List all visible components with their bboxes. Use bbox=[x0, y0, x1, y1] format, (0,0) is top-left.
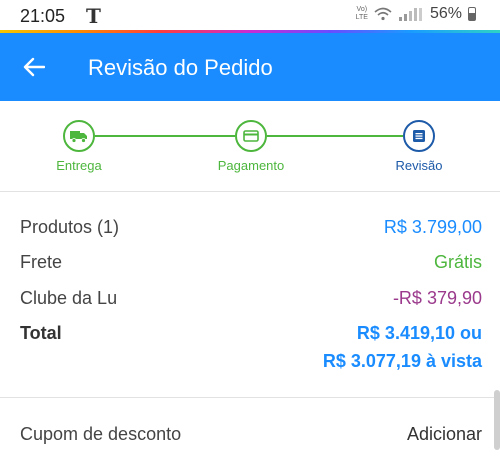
step-connector-1 bbox=[95, 135, 235, 137]
checkout-stepper: Entrega Pagamento Revisão bbox=[0, 101, 500, 191]
list-icon bbox=[413, 130, 425, 142]
club-label: Clube da Lu bbox=[20, 288, 118, 308]
products-value: R$ 3.799,00 bbox=[383, 217, 482, 237]
total-row: Total R$ 3.419,10 ou R$ 3.077,19 à vista bbox=[20, 323, 482, 379]
step-entrega[interactable] bbox=[63, 120, 95, 152]
volte-icon: Vo) LTE bbox=[355, 6, 368, 21]
status-icons: Vo) LTE 56% bbox=[356, 5, 476, 23]
products-label: Produtos (1) bbox=[20, 217, 120, 237]
step-label-pagamento: Pagamento bbox=[217, 158, 285, 173]
status-time: 21:05 bbox=[20, 6, 66, 26]
truck-icon bbox=[70, 131, 87, 143]
battery-percent: 56% bbox=[429, 5, 462, 22]
battery-icon bbox=[468, 7, 476, 21]
total-label: Total bbox=[20, 323, 62, 343]
scrollbar[interactable] bbox=[494, 390, 500, 450]
coupon-row[interactable]: Cupom de desconto Adicionar bbox=[20, 424, 482, 452]
step-label-revisao: Revisão bbox=[395, 158, 443, 173]
products-row: Produtos (1) R$ 3.799,00 bbox=[20, 217, 482, 245]
card-icon bbox=[243, 130, 259, 142]
total-value-cash: R$ 3.077,19 à vista bbox=[322, 351, 482, 371]
arrow-back-icon bbox=[23, 57, 45, 77]
add-coupon-button[interactable]: Adicionar bbox=[407, 424, 482, 445]
step-revisao[interactable] bbox=[403, 120, 435, 152]
step-connector-2 bbox=[267, 135, 403, 137]
step-label-entrega: Entrega bbox=[56, 158, 102, 173]
coupon-label: Cupom de desconto bbox=[20, 424, 182, 444]
app-bar: Revisão do Pedido bbox=[0, 33, 500, 101]
shipping-row: Frete Grátis bbox=[20, 252, 482, 280]
divider bbox=[0, 397, 500, 398]
carrier-icon: T bbox=[86, 4, 101, 28]
club-value: -R$ 379,90 bbox=[392, 288, 482, 308]
club-row: Clube da Lu -R$ 379,90 bbox=[20, 288, 482, 316]
wifi-icon bbox=[374, 7, 392, 21]
divider bbox=[0, 191, 500, 192]
page-title: Revisão do Pedido bbox=[88, 55, 273, 80]
back-button[interactable] bbox=[18, 53, 50, 81]
step-pagamento[interactable] bbox=[235, 120, 267, 152]
shipping-value: Grátis bbox=[433, 252, 482, 272]
shipping-label: Frete bbox=[20, 252, 63, 272]
signal-icon bbox=[398, 8, 422, 21]
total-value-installments: R$ 3.419,10 ou bbox=[356, 323, 482, 343]
status-bar: 21:05 T Vo) LTE 56% bbox=[0, 0, 500, 33]
